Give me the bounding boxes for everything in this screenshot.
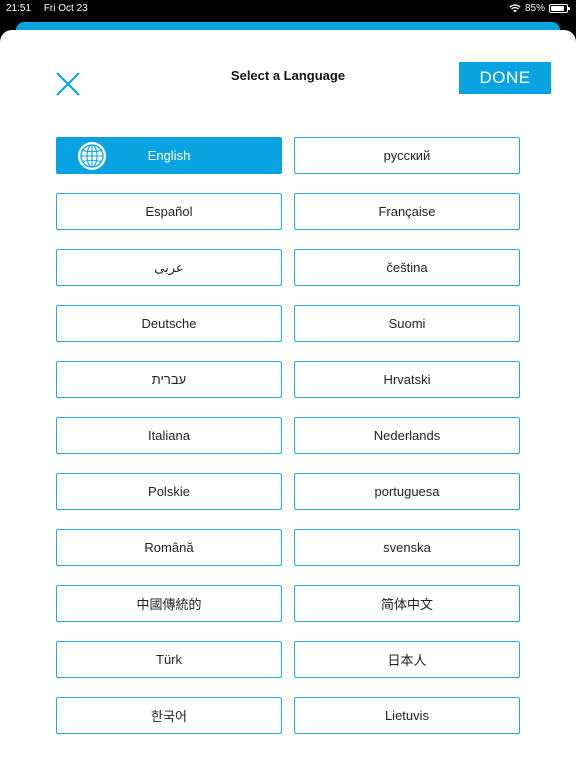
- language-label: Lietuvis: [384, 708, 430, 723]
- language-label: Polskie: [148, 484, 190, 499]
- language-label: Türk: [156, 652, 182, 667]
- language-option[interactable]: English: [56, 137, 282, 174]
- language-label: Française: [378, 204, 436, 219]
- language-label: Deutsche: [141, 316, 197, 331]
- language-label: عربى: [154, 259, 184, 275]
- language-option[interactable]: Polskie: [56, 473, 282, 510]
- language-label: svenska: [383, 540, 431, 555]
- language-option[interactable]: 简体中文: [294, 585, 520, 622]
- language-grid: English русский Español Française عربى češtin…: [56, 137, 520, 734]
- language-option[interactable]: Italiana: [56, 417, 282, 454]
- language-option[interactable]: svenska: [294, 529, 520, 566]
- language-option[interactable]: čeština: [294, 249, 520, 286]
- wifi-icon: [509, 4, 521, 13]
- language-option[interactable]: عربى: [56, 249, 282, 286]
- language-label: portuguesa: [374, 484, 440, 499]
- battery-icon: [549, 4, 570, 13]
- language-label: Nederlands: [373, 428, 441, 443]
- language-option[interactable]: 中國傳統的: [56, 585, 282, 622]
- language-label: 日本人: [387, 653, 427, 668]
- language-option[interactable]: Nederlands: [294, 417, 520, 454]
- language-option[interactable]: Español: [56, 193, 282, 230]
- language-label: Suomi: [388, 316, 426, 331]
- language-option[interactable]: עברית: [56, 361, 282, 398]
- status-bar: 21:51 Fri Oct 23 85%: [0, 0, 576, 20]
- globe-icon: [78, 142, 106, 170]
- language-label: Hrvatski: [383, 372, 431, 387]
- language-option[interactable]: Deutsche: [56, 305, 282, 342]
- language-option[interactable]: Türk: [56, 641, 282, 678]
- language-label: русский: [383, 148, 431, 163]
- language-label: English: [147, 148, 191, 163]
- language-label: čeština: [386, 260, 428, 275]
- language-label: Română: [144, 540, 194, 555]
- language-option[interactable]: Hrvatski: [294, 361, 520, 398]
- language-label: 简体中文: [380, 597, 433, 612]
- battery-percent: 85%: [524, 3, 545, 14]
- language-option[interactable]: 日本人: [294, 641, 520, 678]
- language-label: Español: [145, 204, 193, 219]
- language-label: עברית: [151, 372, 187, 387]
- language-option[interactable]: 한국어: [56, 697, 282, 734]
- language-label: 中國傳統的: [136, 597, 202, 612]
- status-date: Fri Oct 23: [43, 3, 88, 14]
- language-option[interactable]: Française: [294, 193, 520, 230]
- language-label: 한국어: [151, 709, 187, 724]
- language-option[interactable]: Lietuvis: [294, 697, 520, 734]
- done-button[interactable]: DONE: [459, 62, 551, 94]
- language-label: Italiana: [148, 428, 190, 443]
- battery-fill: [551, 6, 564, 11]
- language-option[interactable]: portuguesa: [294, 473, 520, 510]
- status-time: 21:51: [6, 3, 32, 14]
- language-option[interactable]: Suomi: [294, 305, 520, 342]
- language-option[interactable]: русский: [294, 137, 520, 174]
- language-option[interactable]: Română: [56, 529, 282, 566]
